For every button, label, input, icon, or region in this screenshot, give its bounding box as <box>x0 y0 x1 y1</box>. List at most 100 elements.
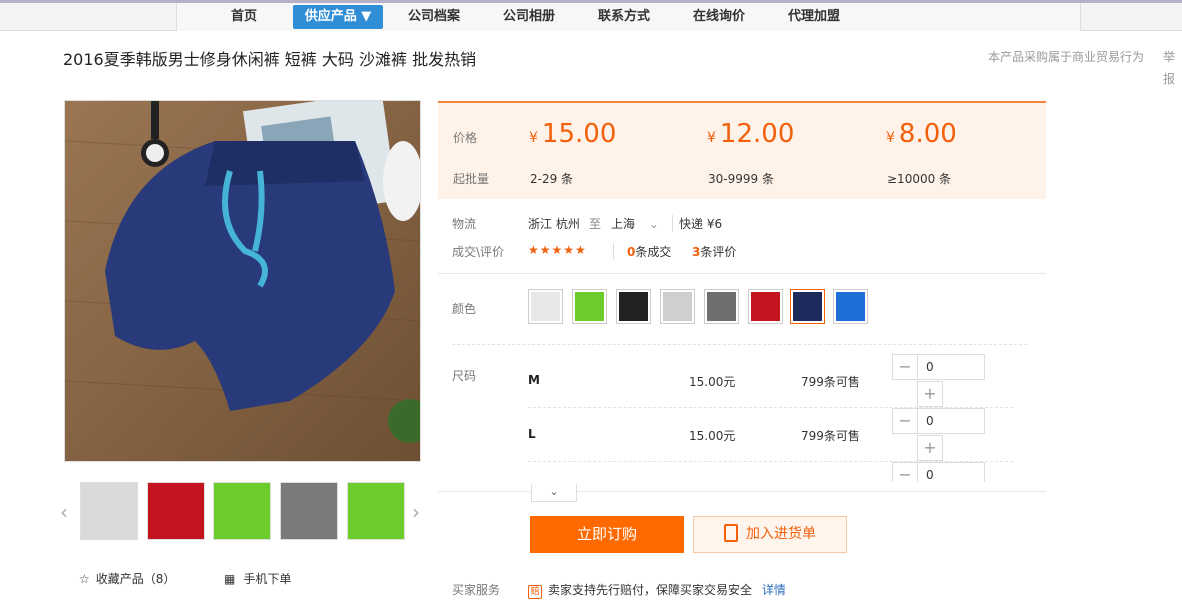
nav-item-products[interactable]: 供应产品 ▼ <box>293 5 383 29</box>
qty-input[interactable]: 0 <box>917 462 985 482</box>
deal-count-text: 条成交 <box>635 245 672 259</box>
swatch-image <box>575 292 604 321</box>
thumb-swatch <box>148 483 204 539</box>
rating-stars: ★★★★★ <box>528 243 587 257</box>
qty-input[interactable]: 0 <box>917 354 985 380</box>
tier-price-3: ¥8.00 <box>886 119 957 149</box>
color-swatch[interactable] <box>704 289 739 324</box>
divider <box>438 491 1046 492</box>
swatch-image <box>619 292 648 321</box>
logistics-destination-select[interactable]: 上海 ⌄ <box>611 215 659 232</box>
thumb-swatch <box>81 483 137 539</box>
price-panel: 价格 起批量 ¥15.00 ¥12.00 ¥8.00 2-29 条 30-999… <box>438 101 1046 199</box>
tier-qty-2: 30-9999 条 <box>708 172 774 186</box>
size-name: L <box>528 427 536 441</box>
price-value: 15.00 <box>541 119 617 149</box>
thumbnail-2[interactable] <box>147 482 205 540</box>
currency-symbol: ¥ <box>886 130 895 146</box>
color-swatch[interactable] <box>660 289 695 324</box>
nav-item-agency[interactable]: 代理加盟 <box>778 5 850 29</box>
chevron-down-icon: ⌄ <box>648 217 659 231</box>
add-to-cart-label: 加入进货单 <box>746 526 816 542</box>
moq-label: 起批量 <box>453 172 490 186</box>
mobile-order-button[interactable]: ▦ 手机下单 <box>224 570 291 587</box>
review-count-text: 条评价 <box>700 245 737 259</box>
nav-item-contact[interactable]: 联系方式 <box>588 5 660 29</box>
thumbnail-1[interactable] <box>80 482 138 540</box>
divider <box>438 273 1046 274</box>
stars-icon: ★★★★★ <box>528 243 587 257</box>
nav-item-home[interactable]: 首页 <box>218 5 270 29</box>
size-name: M <box>528 373 540 387</box>
size-price: 15.00元 <box>689 375 736 389</box>
swatch-image <box>707 292 736 321</box>
size-stock: 799条可售 <box>801 375 860 389</box>
nav-item-company-profile[interactable]: 公司档案 <box>398 5 470 29</box>
qty-input[interactable]: 0 <box>917 408 985 434</box>
currency-symbol: ¥ <box>707 130 716 146</box>
service-text: 卖家支持先行赔付，保障买家交易安全 <box>548 583 753 597</box>
thumbnail-5[interactable] <box>347 482 405 540</box>
color-swatch[interactable] <box>616 289 651 324</box>
thumbs-next-arrow[interactable]: › <box>412 500 420 524</box>
qty-plus-button[interactable]: + <box>917 435 943 461</box>
service-details-link[interactable]: 详情 <box>762 583 786 597</box>
mobile-order-label: 手机下单 <box>243 572 292 586</box>
clipboard-icon <box>724 524 738 542</box>
price-value: 8.00 <box>898 119 957 149</box>
tier-price-2: ¥12.00 <box>707 119 794 149</box>
nav-item-album[interactable]: 公司相册 <box>493 5 565 29</box>
express-fee: 快递 ¥6 <box>672 215 722 232</box>
qty-minus-button[interactable]: − <box>892 408 918 434</box>
qr-code-icon: ▦ <box>224 572 236 586</box>
product-title: 2016夏季韩版男士修身休闲裤 短裤 大码 沙滩裤 批发热销 <box>63 50 477 69</box>
top-navigation: 首页 供应产品 ▼ 公司档案 公司相册 联系方式 在线询价 代理加盟 <box>0 3 1182 31</box>
trade-note: 本产品采购属于商业贸易行为 <box>988 50 1145 64</box>
color-swatch[interactable] <box>748 289 783 324</box>
price-label: 价格 <box>453 131 478 145</box>
shield-icon: 赔 <box>528 585 542 599</box>
favorite-product-button[interactable]: ☆ 收藏产品（8） <box>79 570 175 587</box>
destination-value: 上海 <box>611 217 636 231</box>
report-link[interactable]: 举报 <box>1163 46 1177 90</box>
qty-minus-button[interactable]: − <box>892 462 918 482</box>
thumbs-prev-arrow[interactable]: ‹ <box>60 500 68 524</box>
thumb-swatch <box>281 483 337 539</box>
swatch-image <box>793 292 822 321</box>
chevron-down-icon: ⌄ <box>549 485 559 498</box>
nav-item-inquiry[interactable]: 在线询价 <box>683 5 755 29</box>
thumb-swatch <box>214 483 270 539</box>
size-row-clipped: − 0 <box>880 462 1020 482</box>
color-swatch[interactable] <box>833 289 868 324</box>
swatch-image <box>663 292 692 321</box>
tier-price-1: ¥15.00 <box>529 119 616 149</box>
color-swatch-selected[interactable] <box>790 289 825 324</box>
thumbnail-3[interactable] <box>213 482 271 540</box>
color-swatch[interactable] <box>528 289 563 324</box>
size-stock: 799条可售 <box>801 429 860 443</box>
color-swatch[interactable] <box>572 289 607 324</box>
tier-qty-3: ≥10000 条 <box>887 172 952 186</box>
price-value: 12.00 <box>719 119 795 149</box>
buy-now-button[interactable]: 立即订购 <box>530 516 684 553</box>
qty-plus-button[interactable]: + <box>917 381 943 407</box>
thumbnail-4[interactable] <box>280 482 338 540</box>
tier-qty-1: 2-29 条 <box>530 172 574 186</box>
size-label: 尺码 <box>452 369 477 383</box>
deal-count[interactable]: 0条成交 <box>613 243 671 260</box>
thumb-swatch <box>348 483 404 539</box>
favorite-label: 收藏产品（8） <box>95 572 176 586</box>
swatch-image <box>531 292 560 321</box>
service-info: 赔卖家支持先行赔付，保障买家交易安全 详情 <box>528 581 786 599</box>
star-outline-icon: ☆ <box>79 572 90 586</box>
swatch-image <box>836 292 865 321</box>
review-count[interactable]: 3条评价 <box>692 243 736 260</box>
qty-minus-button[interactable]: − <box>892 354 918 380</box>
logistics-to-word: 至 <box>589 217 602 231</box>
main-product-image[interactable] <box>64 100 421 462</box>
add-to-cart-button[interactable]: 加入进货单 <box>693 516 847 553</box>
divider <box>452 344 1027 345</box>
service-label: 买家服务 <box>452 583 501 597</box>
expand-sizes-button[interactable]: ⌄ <box>531 484 577 502</box>
swatch-image <box>751 292 780 321</box>
